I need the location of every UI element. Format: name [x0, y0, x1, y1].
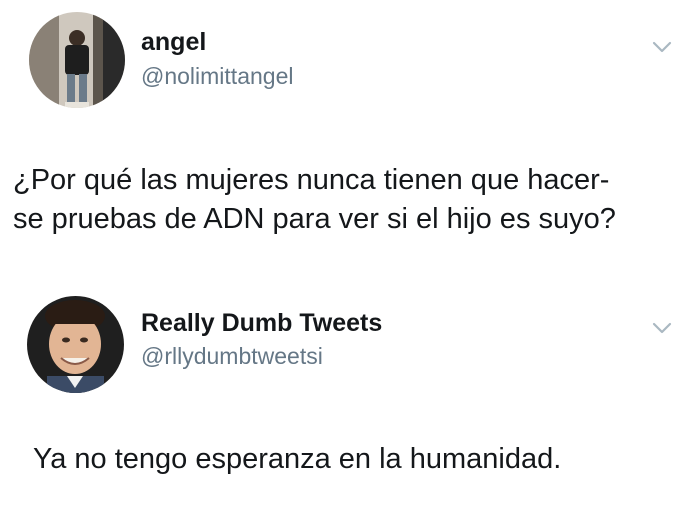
avatar[interactable]	[29, 12, 125, 108]
tweet-text-line: Ya no tengo esperanza en la humanidad.	[33, 443, 562, 475]
avatar-photo-icon	[29, 12, 125, 108]
tweet-text: Ya no tengo esperanza en la humanidad.	[33, 440, 693, 479]
avatar-photo-icon	[27, 296, 124, 393]
avatar[interactable]	[27, 296, 124, 393]
chevron-down-icon[interactable]	[650, 316, 674, 340]
user-handle[interactable]: @rllydumbtweetsi	[141, 343, 323, 370]
tweet-1: angel @nolimittangel ¿Por qué las mujere…	[0, 0, 700, 265]
tweet-text-line: ¿Por qué las mujeres nunca tienen que ha…	[13, 164, 610, 196]
tweet-text-line: se pruebas de ADN para ver si el hijo es…	[13, 203, 616, 235]
chevron-down-icon[interactable]	[650, 35, 674, 59]
tweet-2: Really Dumb Tweets @rllydumbtweetsi Ya n…	[0, 285, 700, 507]
display-name[interactable]: angel	[141, 28, 206, 57]
display-name[interactable]: Really Dumb Tweets	[141, 309, 382, 338]
tweet-text: ¿Por qué las mujeres nunca tienen que ha…	[13, 161, 693, 239]
user-handle[interactable]: @nolimittangel	[141, 63, 293, 90]
